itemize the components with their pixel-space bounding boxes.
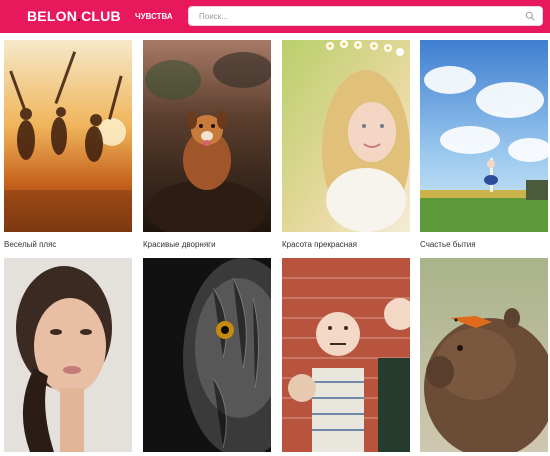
gallery-card[interactable]: Красивые дворняги bbox=[143, 40, 271, 249]
card-photo[interactable] bbox=[420, 40, 548, 232]
card-photo[interactable] bbox=[4, 40, 132, 232]
gallery-card[interactable] bbox=[282, 258, 410, 452]
gallery-card[interactable] bbox=[143, 258, 271, 452]
gallery-card[interactable] bbox=[4, 258, 132, 452]
gallery-card[interactable]: Счастье бытия bbox=[420, 40, 548, 249]
card-caption[interactable]: Красивые дворняги bbox=[143, 240, 283, 249]
capybara-with-fish-on-head-image bbox=[420, 258, 548, 452]
woman-portrait-image bbox=[4, 258, 132, 452]
card-caption[interactable]: Счастье бытия bbox=[420, 240, 550, 249]
gallery-card[interactable] bbox=[420, 258, 548, 452]
card-photo[interactable] bbox=[4, 258, 132, 452]
card-photo[interactable] bbox=[420, 258, 548, 452]
gallery-card[interactable]: Красота прекрасная bbox=[282, 40, 410, 249]
people-with-smiley-masks-brick-wall-image bbox=[282, 258, 410, 452]
card-caption[interactable]: Красота прекрасная bbox=[282, 240, 422, 249]
card-photo[interactable] bbox=[143, 258, 271, 452]
card-photo[interactable] bbox=[282, 40, 410, 232]
blonde-girl-with-flower-wreath-image bbox=[282, 40, 410, 232]
dog-sitting-on-tree-stump-image bbox=[143, 40, 271, 232]
girl-under-blue-sky-illustration-image bbox=[420, 40, 548, 232]
card-photo[interactable] bbox=[282, 258, 410, 452]
card-caption[interactable]: Веселый пляс bbox=[4, 240, 144, 249]
photo-grid: Веселый пляс Красивые дворняги Красота п… bbox=[0, 0, 550, 456]
gallery-card[interactable]: Веселый пляс bbox=[4, 40, 132, 249]
silhouettes-dancing-at-sunset-image bbox=[4, 40, 132, 232]
owl-closeup-image bbox=[143, 258, 271, 452]
card-photo[interactable] bbox=[143, 40, 271, 232]
